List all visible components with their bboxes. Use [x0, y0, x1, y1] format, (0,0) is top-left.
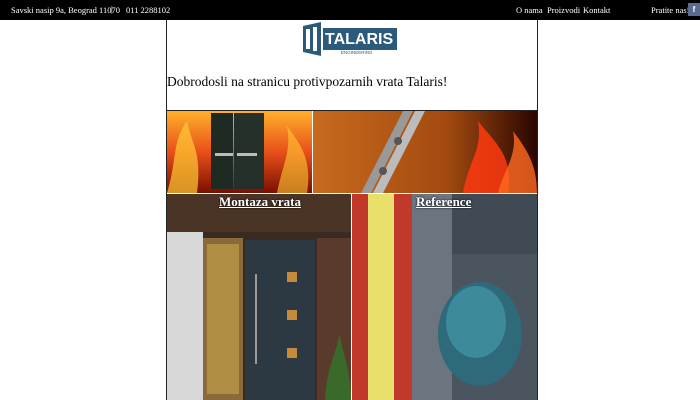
- follow-us-text: Pratite nas!: [651, 5, 690, 15]
- montaza-vrata-link[interactable]: Montaza vrata: [219, 194, 301, 210]
- nav-link-o-nama[interactable]: O nama: [516, 5, 543, 15]
- fire-door-image: [167, 111, 312, 193]
- address-text: Savski nasip 9a, Beograd 11070: [11, 5, 120, 15]
- nav-link-proizvodi[interactable]: Proizvodi: [547, 5, 580, 15]
- reference-link[interactable]: Reference: [416, 194, 471, 210]
- logo-wordmark: TALARIS: [325, 31, 393, 48]
- talaris-logo[interactable]: TALARIS ENGINEERING: [303, 22, 397, 56]
- separator: |: [111, 4, 113, 14]
- nav-link-kontakt[interactable]: Kontakt: [583, 5, 610, 15]
- facebook-icon[interactable]: f: [688, 3, 700, 16]
- phone-text: 011 2288102: [126, 5, 171, 15]
- door-lock-image: [313, 111, 537, 193]
- top-bar: Savski nasip 9a, Beograd 11070 | 011 228…: [0, 0, 700, 20]
- logo-subtitle: ENGINEERING: [341, 50, 373, 55]
- welcome-heading: Dobrodosli na stranicu protivpozarnih vr…: [167, 74, 448, 89]
- montaza-vrata-tile[interactable]: [167, 194, 351, 400]
- reference-tile[interactable]: [352, 194, 537, 400]
